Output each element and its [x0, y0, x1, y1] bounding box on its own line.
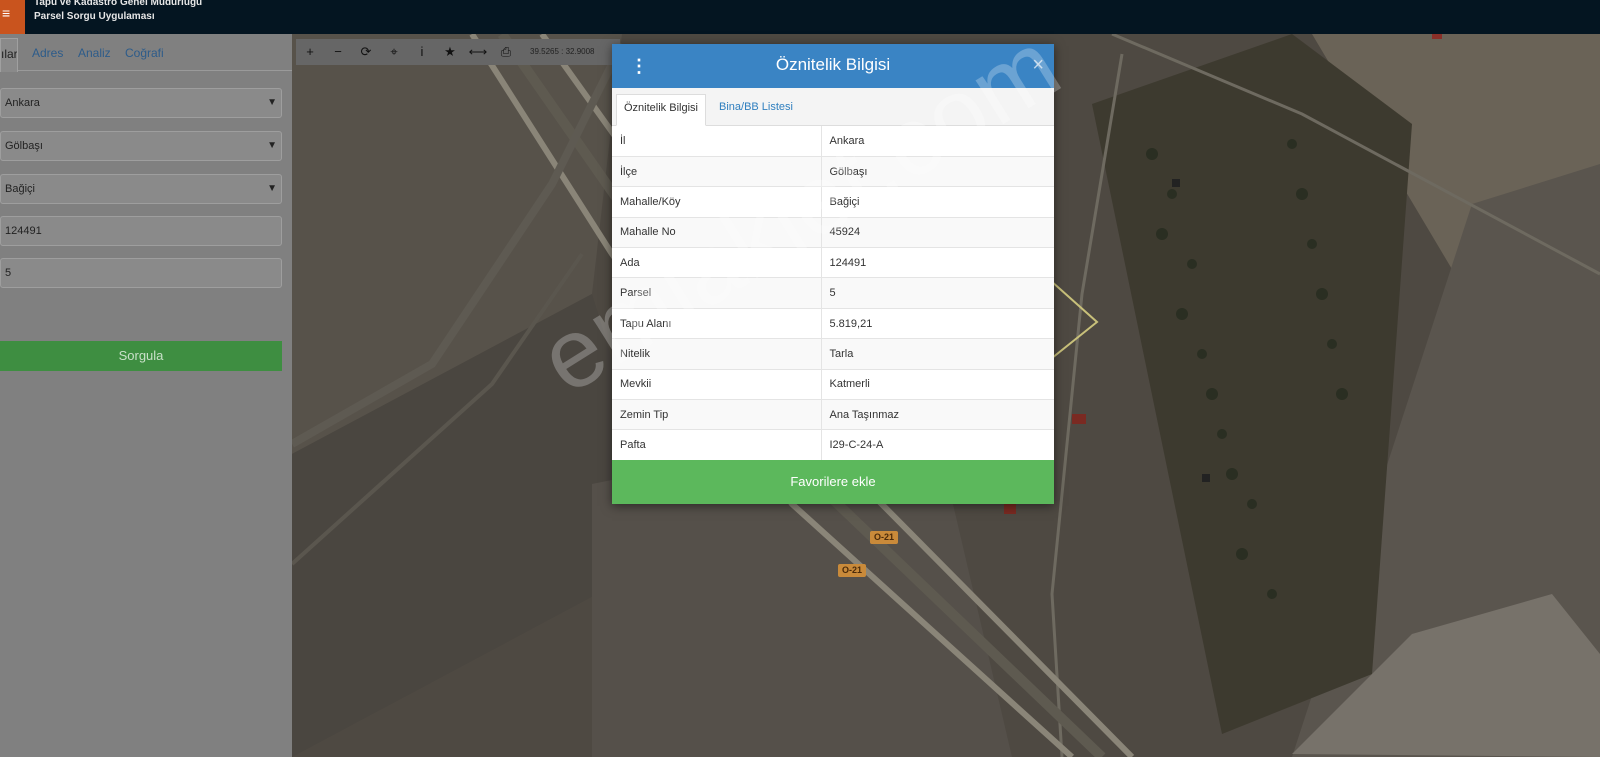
chevron-down-icon: ▼ — [267, 140, 277, 151]
attr-value: I29-C-24-A — [821, 429, 1054, 461]
info-icon[interactable]: i — [408, 39, 436, 65]
attr-value: Ana Taşınmaz — [821, 399, 1054, 431]
tab-analysis[interactable]: Analiz — [78, 46, 111, 60]
tab-address[interactable]: Adres — [32, 46, 63, 60]
attr-value: Katmerli — [821, 369, 1054, 401]
attr-key: Pafta — [612, 429, 822, 461]
province-select-value: Ankara — [5, 97, 40, 109]
zoom-out-icon[interactable]: − — [324, 39, 352, 65]
star-icon[interactable]: ★ — [436, 39, 464, 65]
sidebar-tabs: ıları Adres Analiz Coğrafi — [0, 34, 292, 72]
table-row: Zemin Tip Ana Taşınmaz — [612, 399, 1054, 431]
sidebar: ıları Adres Analiz Coğrafi Ankara ▼ Gölb… — [0, 34, 292, 757]
tab-geographic[interactable]: Coğrafi — [125, 46, 164, 60]
app-title-line1: Tapu ve Kadastro Genel Müdürlüğü — [34, 0, 203, 8]
table-row: Pafta I29-C-24-A — [612, 429, 1054, 461]
map-toolbar: + − ⟳ ⌖ i ★ ⟷ ⎙ 39.5265 : 32.9008 — [296, 39, 620, 65]
query-button[interactable]: Sorgula — [0, 341, 282, 371]
hamburger-menu-icon[interactable]: ≡ — [0, 0, 25, 34]
neighborhood-select[interactable]: Bağiçi ▼ — [0, 174, 282, 204]
table-row: Mevkii Katmerli — [612, 369, 1054, 401]
coordinate-readout: 39.5265 : 32.9008 — [530, 47, 595, 56]
attr-value: 5.819,21 — [821, 308, 1054, 340]
zoom-in-icon[interactable]: + — [296, 39, 324, 65]
app-title: Tapu ve Kadastro Genel Müdürlüğü Parsel … — [34, 0, 202, 24]
tab-parcel[interactable]: ıları — [0, 38, 18, 72]
chevron-down-icon: ▼ — [267, 183, 277, 194]
parcel-input[interactable]: 5 — [0, 258, 282, 288]
attr-value: 5 — [821, 277, 1054, 309]
attr-key: Zemin Tip — [612, 399, 822, 431]
app-title-line2: Parsel Sorgu Uygulaması — [34, 11, 155, 22]
measure-icon[interactable]: ⟷ — [464, 39, 492, 65]
attr-value: Tarla — [821, 338, 1054, 370]
road-sign: O-21 — [870, 531, 899, 544]
district-select[interactable]: Gölbaşı ▼ — [0, 131, 282, 161]
tab-attribute-info[interactable]: Öznitelik Bilgisi — [616, 94, 706, 126]
print-icon[interactable]: ⎙ — [492, 39, 520, 65]
block-input[interactable]: 124491 — [0, 216, 282, 246]
road-sign: O-21 — [838, 564, 867, 577]
attr-value: 124491 — [821, 247, 1054, 279]
neighborhood-select-value: Bağiçi — [5, 183, 35, 195]
province-select[interactable]: Ankara ▼ — [0, 88, 282, 118]
refresh-icon[interactable]: ⟳ — [352, 39, 380, 65]
district-select-value: Gölbaşı — [5, 140, 43, 152]
add-to-favorites-button[interactable]: Favorilere ekle — [612, 460, 1054, 504]
app-header: ≡ Tapu ve Kadastro Genel Müdürlüğü Parse… — [0, 0, 1600, 34]
crosshair-icon[interactable]: ⌖ — [380, 39, 408, 65]
tab-building-list[interactable]: Bina/BB Listesi — [712, 94, 800, 126]
chevron-down-icon: ▼ — [267, 97, 277, 108]
